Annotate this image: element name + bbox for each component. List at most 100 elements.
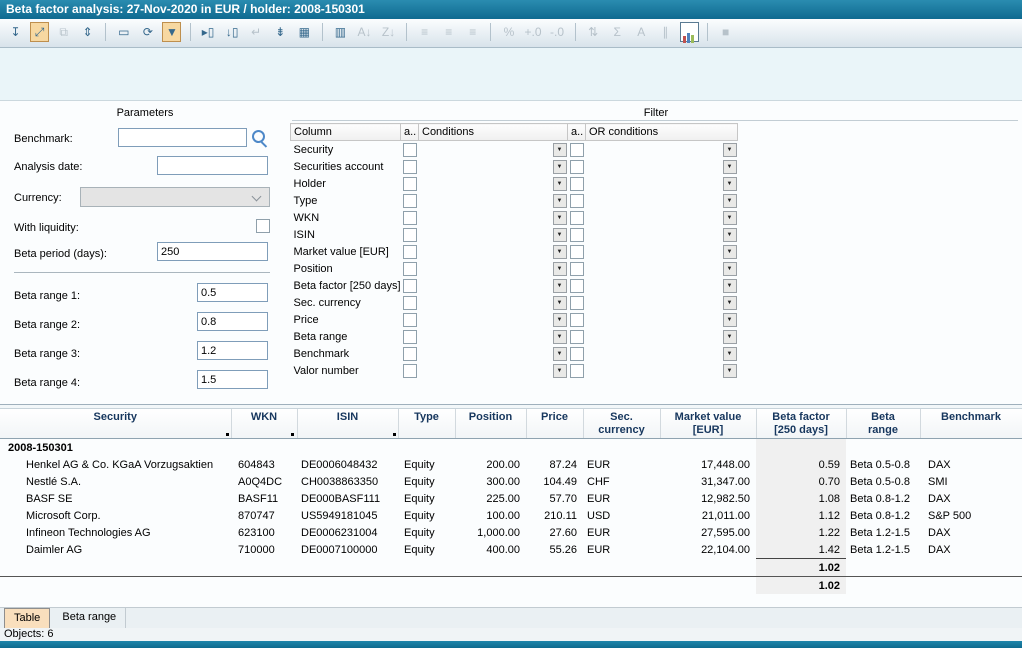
condition-dropdown[interactable]: ▼ xyxy=(553,364,567,378)
or-condition-dropdown[interactable]: ▼ xyxy=(723,313,737,327)
chart-columns-icon[interactable]: ▦ xyxy=(295,22,314,42)
with-liquidity-checkbox[interactable] xyxy=(256,219,270,233)
filter-and-checkbox[interactable] xyxy=(403,313,417,327)
filter-or-checkbox[interactable] xyxy=(570,364,584,378)
or-condition-dropdown[interactable]: ▼ xyxy=(723,194,737,208)
beta-range-2-input[interactable] xyxy=(197,312,268,331)
filter-and-checkbox[interactable] xyxy=(403,245,417,259)
insert-column-icon[interactable]: ▸▯ xyxy=(199,22,218,42)
export-down-icon[interactable]: ⇟ xyxy=(271,22,290,42)
filter-or-checkbox[interactable] xyxy=(570,279,584,293)
filter-and-checkbox[interactable] xyxy=(403,194,417,208)
group-row[interactable]: 2008-150301 xyxy=(0,439,1022,457)
filter-or-checkbox[interactable] xyxy=(570,211,584,225)
filter-and-checkbox[interactable] xyxy=(403,330,417,344)
table-row[interactable]: Henkel AG & Co. KGaA Vorzugsaktien 60484… xyxy=(0,456,1022,473)
condition-dropdown[interactable]: ▼ xyxy=(553,313,567,327)
or-condition-dropdown[interactable]: ▼ xyxy=(723,296,737,310)
or-condition-dropdown[interactable]: ▼ xyxy=(723,347,737,361)
beta-period-input[interactable] xyxy=(157,242,268,261)
benchmark-input[interactable] xyxy=(118,128,247,147)
column-header-isin[interactable]: ISIN xyxy=(297,409,398,439)
beta-range-4-input[interactable] xyxy=(197,370,268,389)
filter-icon[interactable]: ▼ xyxy=(162,22,181,42)
or-condition-dropdown[interactable]: ▼ xyxy=(723,330,737,344)
beta-range-3-input[interactable] xyxy=(197,341,268,360)
condition-dropdown[interactable]: ▼ xyxy=(553,296,567,310)
column-header-beta-factor[interactable]: Beta factor[250 days] xyxy=(756,409,846,439)
condition-dropdown[interactable]: ▼ xyxy=(553,177,567,191)
column-header-beta-range[interactable]: Betarange xyxy=(846,409,920,439)
table-row[interactable]: Daimler AG 710000 DE0007100000 Equity 40… xyxy=(0,541,1022,559)
column-header-benchmark[interactable]: Benchmark xyxy=(920,409,1022,439)
cell-currency: EUR xyxy=(583,456,660,473)
filter-or-checkbox[interactable] xyxy=(570,228,584,242)
column-header-security[interactable]: Security xyxy=(0,409,231,439)
filter-or-checkbox[interactable] xyxy=(570,143,584,157)
analysis-date-input[interactable] xyxy=(157,156,268,175)
condition-dropdown[interactable]: ▼ xyxy=(553,160,567,174)
filter-and-checkbox[interactable] xyxy=(403,279,417,293)
filter-and-checkbox[interactable] xyxy=(403,177,417,191)
column-header-price[interactable]: Price xyxy=(526,409,583,439)
filter-and-checkbox[interactable] xyxy=(403,143,417,157)
filter-and-checkbox[interactable] xyxy=(403,211,417,225)
or-condition-dropdown[interactable]: ▼ xyxy=(723,160,737,174)
chart-icon[interactable] xyxy=(680,22,699,42)
or-condition-dropdown[interactable]: ▼ xyxy=(723,262,737,276)
condition-dropdown[interactable]: ▼ xyxy=(553,330,567,344)
refresh-icon[interactable]: ⟳ xyxy=(138,22,157,42)
filter-or-checkbox[interactable] xyxy=(570,160,584,174)
column-header-type[interactable]: Type xyxy=(398,409,455,439)
or-condition-dropdown[interactable]: ▼ xyxy=(723,245,737,259)
table-row[interactable]: Microsoft Corp. 870747 US5949181045 Equi… xyxy=(0,507,1022,524)
column-header-sec-currency[interactable]: Sec.currency xyxy=(583,409,660,439)
filter-or-checkbox[interactable] xyxy=(570,296,584,310)
magnifier-icon[interactable] xyxy=(252,130,265,143)
column-header-wkn[interactable]: WKN xyxy=(231,409,297,439)
column-header-market-value[interactable]: Market value[EUR] xyxy=(660,409,756,439)
condition-dropdown[interactable]: ▼ xyxy=(553,245,567,259)
filter-or-checkbox[interactable] xyxy=(570,262,584,276)
column-header-position[interactable]: Position xyxy=(455,409,526,439)
condition-dropdown[interactable]: ▼ xyxy=(553,143,567,157)
beta-range-1-input[interactable] xyxy=(197,283,268,302)
condition-dropdown[interactable]: ▼ xyxy=(553,262,567,276)
or-condition-dropdown[interactable]: ▼ xyxy=(723,364,737,378)
filter-and-checkbox[interactable] xyxy=(403,364,417,378)
or-condition-dropdown[interactable]: ▼ xyxy=(723,143,737,157)
condition-dropdown[interactable]: ▼ xyxy=(553,347,567,361)
condition-dropdown[interactable]: ▼ xyxy=(553,228,567,242)
column-lines-icon[interactable]: ▥ xyxy=(331,22,350,42)
or-condition-dropdown[interactable]: ▼ xyxy=(723,228,737,242)
table-row[interactable]: Nestlé S.A. A0Q4DC CH0038863350 Equity 3… xyxy=(0,473,1022,490)
filter-or-checkbox[interactable] xyxy=(570,347,584,361)
filter-and-checkbox[interactable] xyxy=(403,228,417,242)
tab-beta-range[interactable]: Beta range xyxy=(53,608,126,628)
filter-or-checkbox[interactable] xyxy=(570,177,584,191)
fit-height-icon[interactable]: ⇕ xyxy=(78,22,97,42)
condition-dropdown[interactable]: ▼ xyxy=(553,194,567,208)
table-row[interactable]: Infineon Technologies AG 623100 DE000623… xyxy=(0,524,1022,541)
table-row[interactable]: BASF SE BASF11 DE000BASF111 Equity 225.0… xyxy=(0,490,1022,507)
export-table-icon[interactable]: ↧ xyxy=(6,22,25,42)
dropdown-arrow-icon: ▼ xyxy=(557,334,563,340)
insert-row-icon[interactable]: ↓▯ xyxy=(223,22,242,42)
fit-columns-icon[interactable]: ⤢ xyxy=(30,22,49,42)
condition-dropdown[interactable]: ▼ xyxy=(553,211,567,225)
filter-or-checkbox[interactable] xyxy=(570,330,584,344)
condition-dropdown[interactable]: ▼ xyxy=(553,279,567,293)
filter-or-checkbox[interactable] xyxy=(570,313,584,327)
dropdown-arrow-icon: ▼ xyxy=(557,351,563,357)
tab-table[interactable]: Table xyxy=(4,608,50,629)
filter-and-checkbox[interactable] xyxy=(403,262,417,276)
filter-and-checkbox[interactable] xyxy=(403,347,417,361)
or-condition-dropdown[interactable]: ▼ xyxy=(723,177,737,191)
filter-or-checkbox[interactable] xyxy=(570,245,584,259)
filter-and-checkbox[interactable] xyxy=(403,160,417,174)
or-condition-dropdown[interactable]: ▼ xyxy=(723,279,737,293)
new-range-icon[interactable]: ▭ xyxy=(114,22,133,42)
or-condition-dropdown[interactable]: ▼ xyxy=(723,211,737,225)
filter-and-checkbox[interactable] xyxy=(403,296,417,310)
filter-or-checkbox[interactable] xyxy=(570,194,584,208)
